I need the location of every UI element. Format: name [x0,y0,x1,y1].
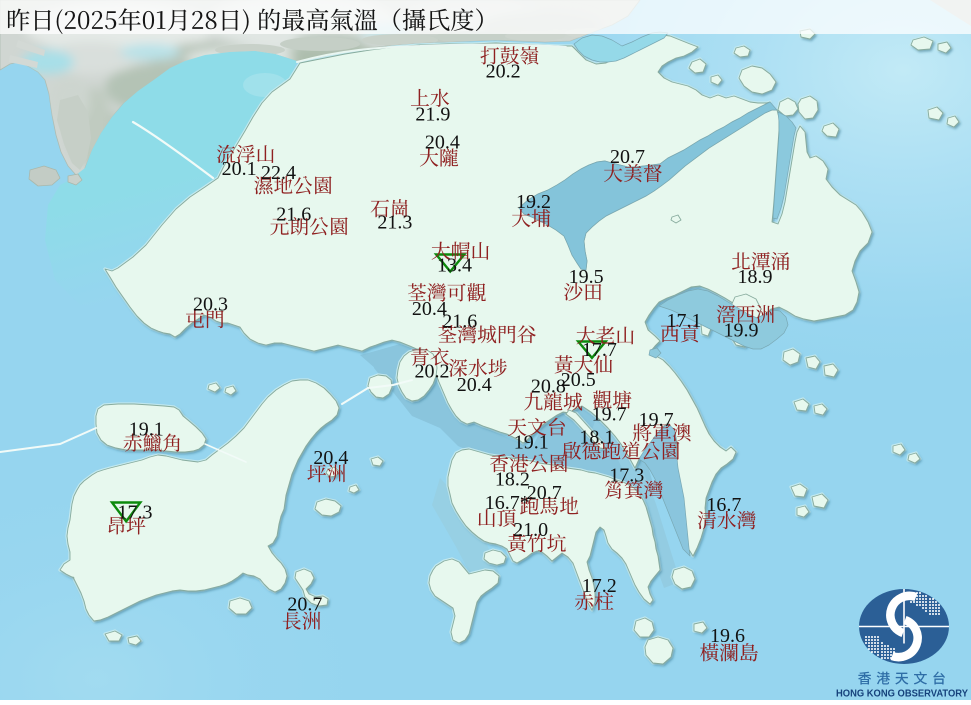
svg-text:20.1: 20.1 [222,158,257,180]
svg-text:19.1: 19.1 [514,431,549,453]
svg-text:16.7*: 16.7* [485,492,530,514]
svg-text:19.9: 19.9 [724,320,759,342]
svg-text:19.1: 19.1 [129,419,164,441]
svg-text:HONG KONG OBSERVATORY: HONG KONG OBSERVATORY [836,689,968,700]
svg-text:21.3: 21.3 [377,211,412,233]
svg-text:18.1: 18.1 [579,427,614,449]
svg-text:18.9: 18.9 [738,266,773,288]
svg-text:17.7: 17.7 [582,339,617,361]
svg-text:21.6: 21.6 [442,311,477,333]
svg-text:20.4: 20.4 [425,131,460,153]
svg-text:20.7: 20.7 [610,146,645,168]
svg-text:20.8: 20.8 [531,375,566,397]
svg-text:20.7: 20.7 [287,593,322,615]
svg-text:16.7: 16.7 [706,494,741,516]
svg-text:17.2: 17.2 [582,575,617,597]
svg-text:19.2: 19.2 [516,191,551,213]
svg-text:20.5: 20.5 [561,369,596,391]
svg-text:19.7: 19.7 [639,409,674,431]
svg-text:20.2: 20.2 [415,361,450,383]
svg-text:21.6: 21.6 [276,203,311,225]
svg-text:18.2: 18.2 [495,468,530,490]
svg-text:20.3: 20.3 [193,294,228,316]
svg-text:19.5: 19.5 [569,266,604,288]
svg-text:19.7: 19.7 [592,404,627,426]
svg-text:21.9: 21.9 [415,104,450,126]
svg-text:21.0: 21.0 [513,519,548,541]
svg-text:20.2: 20.2 [486,61,521,83]
svg-text:20.4: 20.4 [313,447,348,469]
svg-text:13.4: 13.4 [437,255,472,277]
svg-text:17.3: 17.3 [609,464,644,486]
svg-text:22.4: 22.4 [261,162,296,184]
svg-text:20.4: 20.4 [457,374,492,396]
svg-text:19.6: 19.6 [710,625,745,647]
svg-text:20.7: 20.7 [527,482,562,504]
svg-text:17.1: 17.1 [667,310,702,332]
svg-text:17.3: 17.3 [118,501,153,523]
